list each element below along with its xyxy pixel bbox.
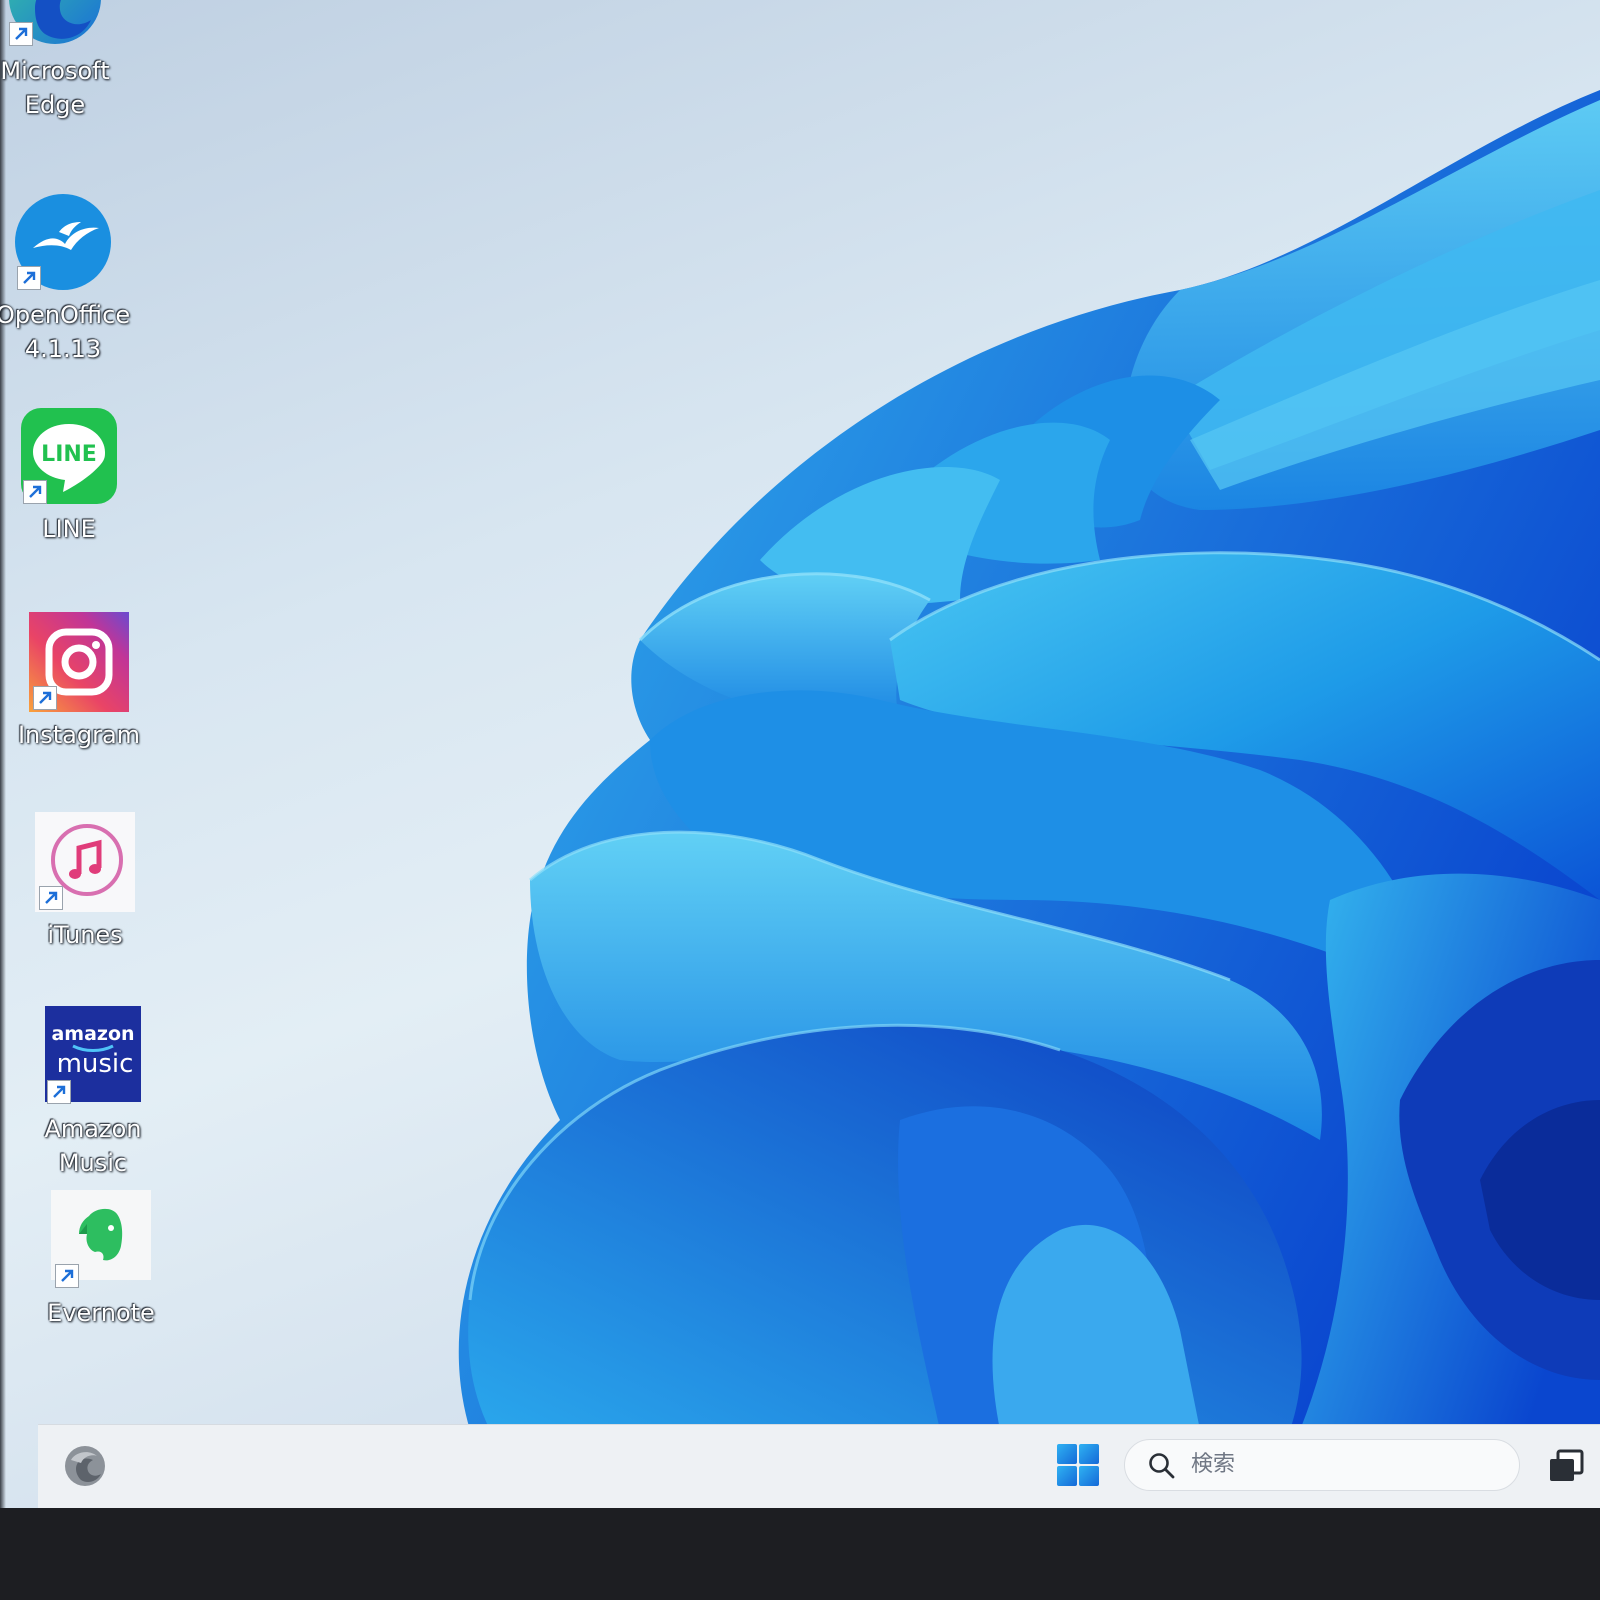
shortcut-arrow-icon <box>47 1080 71 1104</box>
icon-label: Microsoft Edge <box>0 57 110 119</box>
icon-label: Instagram <box>17 721 141 749</box>
music-logo-text: music <box>57 1049 134 1079</box>
icon-label: OpenOffice 4.1.13 <box>0 301 131 363</box>
amazon-logo-text: amazon <box>51 1023 134 1045</box>
shortcut-arrow-icon <box>9 22 33 46</box>
icon-label: Evernote <box>47 1299 155 1327</box>
desktop-icon-instagram[interactable]: Instagram <box>4 612 154 752</box>
start-button[interactable] <box>1054 1441 1102 1489</box>
line-logo-text: LINE <box>41 442 97 467</box>
search-icon <box>1149 1453 1175 1479</box>
desktop-icon-amazon-music[interactable]: amazon music Amazon Music <box>18 1006 168 1180</box>
icon-label: LINE <box>42 515 96 543</box>
desktop-icon-openoffice[interactable]: OpenOffice 4.1.13 <box>0 192 138 366</box>
task-view-button[interactable] <box>1546 1445 1586 1485</box>
search-placeholder: 検索 <box>1191 1452 1236 1477</box>
shortcut-arrow-icon <box>33 686 57 710</box>
desktop-icon-edge[interactable]: Microsoft Edge <box>0 0 130 122</box>
taskbar-search-box[interactable]: 検索 <box>1124 1439 1520 1491</box>
edge-icon <box>65 1446 105 1486</box>
windows-start-icon <box>1057 1444 1099 1486</box>
wallpaper-bloom <box>458 90 1600 1430</box>
taskbar: 検索 <box>38 1424 1600 1508</box>
shortcut-arrow-icon <box>55 1264 79 1288</box>
shortcut-arrow-icon <box>39 886 63 910</box>
task-view-icon <box>1550 1449 1584 1481</box>
desktop-icon-line[interactable]: LINE LINE <box>0 406 144 546</box>
icon-label: Amazon Music <box>44 1115 142 1177</box>
taskbar-widget-button[interactable] <box>62 1443 108 1489</box>
shortcut-arrow-icon <box>17 266 41 290</box>
desktop-icon-itunes[interactable]: iTunes <box>10 812 160 952</box>
icon-label: iTunes <box>47 921 123 949</box>
desktop-icon-evernote[interactable]: Evernote <box>26 1190 176 1330</box>
shortcut-arrow-icon <box>23 480 47 504</box>
desktop-screen: Microsoft Edge OpenOffice 4.1.13 LINE LI… <box>0 0 1600 1508</box>
